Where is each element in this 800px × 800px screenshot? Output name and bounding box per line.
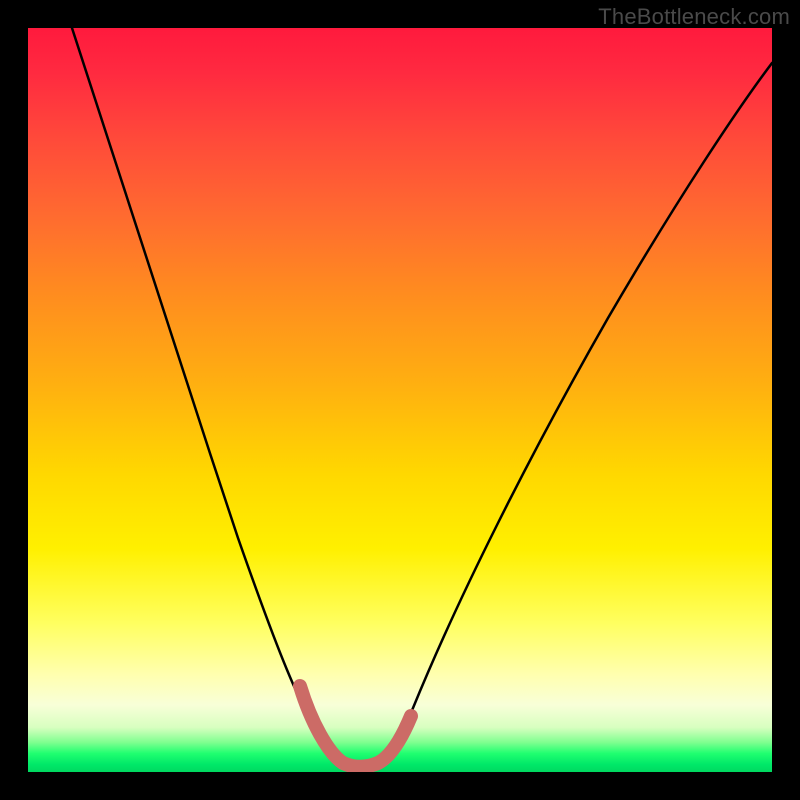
sweet-spot-highlight [300,686,411,767]
curve-layer [28,28,772,772]
bottleneck-curve [72,28,772,766]
chart-frame: TheBottleneck.com [0,0,800,800]
plot-area [28,28,772,772]
watermark-text: TheBottleneck.com [598,4,790,30]
